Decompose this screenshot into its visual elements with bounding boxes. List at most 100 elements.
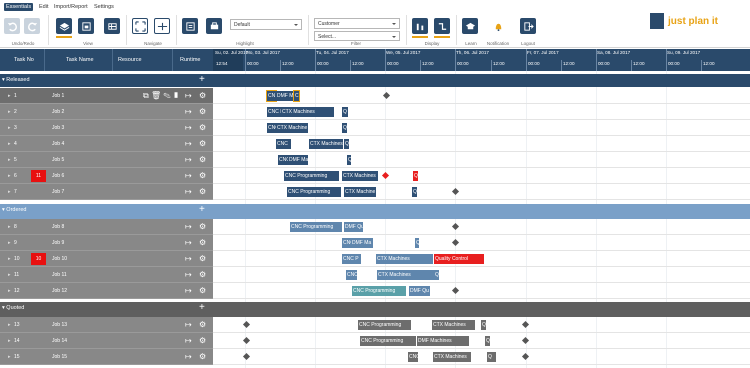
gantt-bar[interactable]: CTX Machines	[377, 270, 434, 280]
add-task-icon[interactable]: +	[199, 303, 205, 313]
gantt-bar[interactable]: CNC	[276, 139, 291, 149]
gantt-bar[interactable]: Q	[487, 352, 496, 362]
learn-button[interactable]	[462, 18, 478, 34]
expand-icon[interactable]: ▸	[8, 109, 11, 115]
gantt-bar[interactable]: CNC Programming	[284, 171, 339, 181]
highlight-select[interactable]: Default	[230, 19, 302, 30]
expand-icon[interactable]: ▸	[8, 272, 11, 278]
gantt-bar[interactable]: CNC Programming	[290, 222, 342, 232]
table-row[interactable]: ▸ 9 Job 9 ↦ ⚙ CNC DMF Ma Q	[0, 235, 750, 251]
settings-gear-icon[interactable]: ⚙	[199, 155, 206, 164]
gantt-bar[interactable]: DMF Ma	[288, 155, 308, 165]
milestone-marker[interactable]	[242, 352, 251, 361]
milestone-marker[interactable]	[242, 320, 251, 329]
gantt-bar[interactable]: Q	[481, 320, 486, 330]
menu-edit[interactable]: Edit	[37, 3, 50, 11]
gantt-bar[interactable]: DMF Qu	[409, 286, 430, 296]
table-row[interactable]: ▸ 1 Job 1 ⧉ 🗑 ✎ ▮ ↦ ⚙ CN DMF M C	[0, 88, 750, 104]
expand-icon[interactable]: ▸	[8, 354, 11, 360]
gantt-bar[interactable]: CNC Programming	[358, 320, 411, 330]
milestone-marker[interactable]	[381, 171, 390, 180]
table-row[interactable]: ▸ 12 Job 12 ↦ ⚙ CNC Programming DMF Qu	[0, 283, 750, 299]
gantt-bar[interactable]: CNC	[408, 352, 418, 362]
expand-icon[interactable]: ▸	[8, 93, 11, 99]
group-row-quoted[interactable]: ▾ Quoted +	[0, 302, 750, 317]
notification-button[interactable]	[490, 18, 506, 34]
settings-gear-icon[interactable]: ⚙	[199, 123, 206, 132]
table-row[interactable]: ▸ 11 Job 11 ↦ ⚙ CNC CTX Machines Q	[0, 267, 750, 283]
menu-settings[interactable]: Settings	[92, 3, 116, 11]
gantt-bar[interactable]: DMF Qu	[344, 222, 363, 232]
expand-icon[interactable]: ▸	[8, 322, 11, 328]
milestone-marker[interactable]	[521, 320, 530, 329]
header-runtime[interactable]: Runtime	[180, 57, 200, 63]
menu-essentials[interactable]: Essentials	[4, 3, 34, 11]
runtime-arrows-icon[interactable]: ↦	[185, 352, 192, 361]
table-row[interactable]: ▸ 15 Job 15 ↦ ⚙ CNC CTX Machines Q	[0, 349, 750, 365]
settings-gear-icon[interactable]: ⚙	[199, 286, 206, 295]
gantt-bar[interactable]: CNC P	[342, 254, 361, 264]
gantt-bar[interactable]: CTX Machine	[276, 123, 308, 133]
gantt-bar[interactable]: CNC	[267, 123, 276, 133]
table-row[interactable]: ▸ 3 Job 3 ↦ ⚙ CNC CTX Machine Q	[0, 120, 750, 136]
calendar-view-button[interactable]	[78, 18, 94, 34]
gantt-bar[interactable]: Q	[415, 238, 419, 248]
gantt-bar[interactable]: CNC Programming	[360, 336, 416, 346]
header-task-no[interactable]: Task No	[14, 57, 34, 63]
gantt-bar[interactable]: CTX Machines	[433, 352, 471, 362]
filter-select[interactable]: Customer	[314, 18, 400, 29]
fit-screen-button[interactable]	[132, 18, 148, 34]
filter-value-select[interactable]: Select...	[314, 31, 400, 41]
undo-button[interactable]	[4, 18, 20, 34]
runtime-arrows-icon[interactable]: ↦	[185, 107, 192, 116]
milestone-marker[interactable]	[451, 286, 460, 295]
gantt-bar[interactable]: Q	[434, 270, 439, 280]
table-row[interactable]: ▸ 6 11 Job 6 ↦ ⚙ CNC Programming CTX Mac…	[0, 168, 750, 184]
table-row[interactable]: ▸ 4 Job 4 ↦ ⚙ CNC CTX Machines Q	[0, 136, 750, 152]
runtime-arrows-icon[interactable]: ↦	[185, 238, 192, 247]
add-task-icon[interactable]: +	[199, 75, 205, 85]
display-links-button[interactable]	[434, 18, 450, 34]
navigate-today-button[interactable]	[154, 18, 170, 34]
expand-icon[interactable]: ▸	[8, 240, 11, 246]
runtime-arrows-icon[interactable]: ↦	[185, 91, 192, 100]
settings-gear-icon[interactable]: ⚙	[199, 139, 206, 148]
gantt-bar[interactable]: Q	[485, 336, 490, 346]
group-row-ordered[interactable]: ▾ Ordered +	[0, 204, 750, 219]
runtime-arrows-icon[interactable]: ↦	[185, 320, 192, 329]
table-row[interactable]: ▸ 8 Job 8 ↦ ⚙ CNC Programming DMF Qu	[0, 219, 750, 235]
expand-icon[interactable]: ▸	[8, 189, 11, 195]
gantt-bar[interactable]: DMF Ma	[351, 238, 373, 248]
gantt-bar[interactable]: Q	[342, 123, 347, 133]
settings-gear-icon[interactable]: ⚙	[199, 320, 206, 329]
menu-import-report[interactable]: Import/Report	[52, 3, 90, 11]
runtime-arrows-icon[interactable]: ↦	[185, 187, 192, 196]
gantt-bar[interactable]: Q	[413, 171, 418, 181]
gantt-bar[interactable]: CNC	[346, 270, 357, 280]
milestone-marker[interactable]	[242, 336, 251, 345]
expand-icon[interactable]: ▸	[8, 338, 11, 344]
gantt-bar[interactable]: Quality Control	[434, 254, 484, 264]
gantt-bar[interactable]: CNC Programming	[352, 286, 406, 296]
logout-button[interactable]	[520, 18, 536, 34]
expand-icon[interactable]: ▸	[8, 157, 11, 163]
gantt-bar[interactable]: CTX Machines	[432, 320, 475, 330]
runtime-arrows-icon[interactable]: ↦	[185, 139, 192, 148]
milestone-marker[interactable]	[451, 187, 460, 196]
settings-gear-icon[interactable]: ⚙	[199, 352, 206, 361]
runtime-arrows-icon[interactable]: ↦	[185, 254, 192, 263]
settings-gear-icon[interactable]: ⚙	[199, 187, 206, 196]
group-row-released[interactable]: ▾ Released +	[0, 74, 750, 87]
table-row[interactable]: ▸ 13 Job 13 ↦ ⚙ CNC Programming CTX Mach…	[0, 317, 750, 333]
layers-view-button[interactable]	[56, 18, 72, 34]
runtime-arrows-icon[interactable]: ↦	[185, 270, 192, 279]
expand-icon[interactable]: ▸	[8, 125, 11, 131]
redo-button[interactable]	[24, 18, 40, 34]
table-row[interactable]: ▸ 14 Job 14 ↦ ⚙ CNC Programming DMF Mach…	[0, 333, 750, 349]
runtime-arrows-icon[interactable]: ↦	[185, 336, 192, 345]
gantt-bar[interactable]: CTX Machines	[309, 139, 343, 149]
settings-gear-icon[interactable]: ⚙	[199, 270, 206, 279]
settings-gear-icon[interactable]: ⚙	[199, 107, 206, 116]
gantt-bar[interactable]: CNC	[278, 155, 288, 165]
gantt-bar[interactable]: CTX Machines	[281, 107, 334, 117]
